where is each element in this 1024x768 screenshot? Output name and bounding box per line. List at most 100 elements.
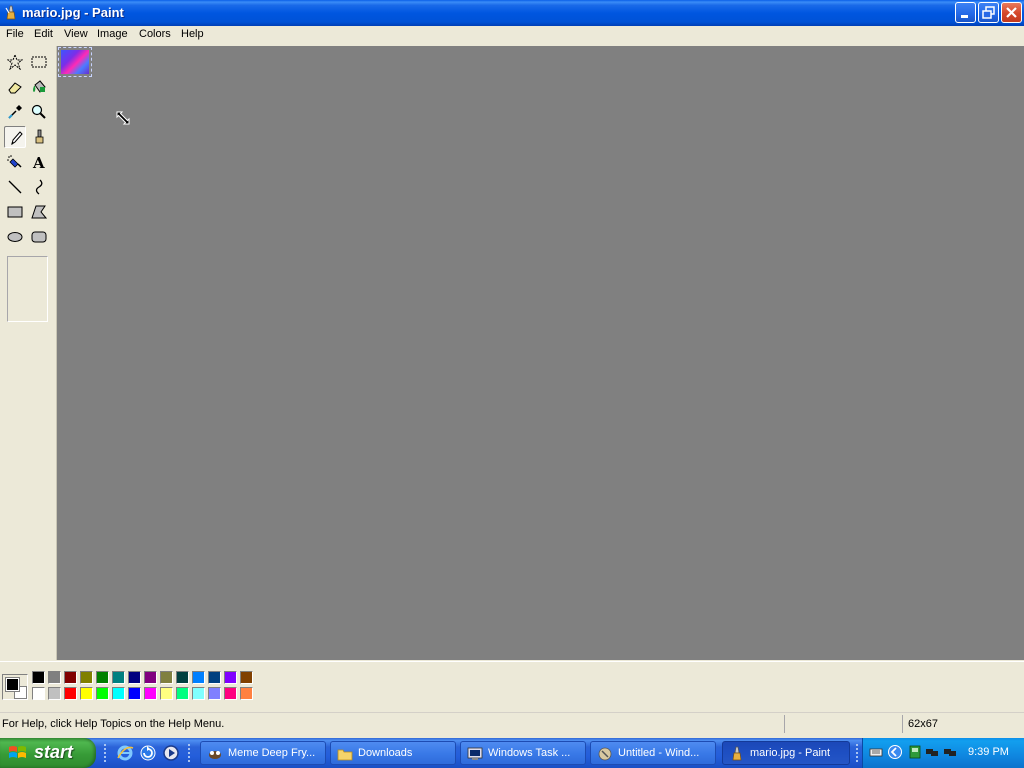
brush-icon xyxy=(35,129,44,144)
minimize-icon xyxy=(961,15,968,18)
tool-pick-color[interactable] xyxy=(4,101,26,123)
status-coords-panel xyxy=(784,715,902,733)
system-tray: 9:39 PM xyxy=(862,738,1024,768)
palette-swatch[interactable] xyxy=(160,671,173,684)
tool-eraser[interactable] xyxy=(4,76,26,98)
keyboard-icon[interactable] xyxy=(869,745,883,759)
menu-edit[interactable]: Edit xyxy=(31,28,56,40)
palette-swatch[interactable] xyxy=(208,687,221,700)
paint-bucket-icon xyxy=(33,80,46,93)
palette-swatch[interactable] xyxy=(32,671,45,684)
media-player-icon[interactable] xyxy=(162,744,180,762)
palette-swatch[interactable] xyxy=(48,687,61,700)
menu-help[interactable]: Help xyxy=(178,28,207,40)
palette-swatch[interactable] xyxy=(64,671,77,684)
tool-brush[interactable] xyxy=(28,126,50,148)
status-help-text: For Help, click Help Topics on the Help … xyxy=(2,718,225,730)
tool-rounded-rectangle[interactable] xyxy=(28,226,50,248)
eraser-icon xyxy=(8,82,22,94)
palette-swatch[interactable] xyxy=(224,687,237,700)
tool-box: A xyxy=(0,46,57,660)
palette-swatch[interactable] xyxy=(144,687,157,700)
foreground-color-swatch[interactable] xyxy=(5,677,20,692)
tool-text[interactable]: A xyxy=(28,151,50,173)
window-icon xyxy=(598,747,612,761)
palette-swatch[interactable] xyxy=(48,671,61,684)
palette-swatch[interactable] xyxy=(240,671,253,684)
taskbar-grip[interactable] xyxy=(856,744,861,762)
menu-colors[interactable]: Colors xyxy=(136,28,174,40)
palette-swatch[interactable] xyxy=(192,687,205,700)
palette-swatch[interactable] xyxy=(128,671,141,684)
task-downloads[interactable]: Downloads xyxy=(330,741,456,765)
task-mario-paint[interactable]: mario.jpg - Paint xyxy=(722,741,850,765)
palette-swatch[interactable] xyxy=(80,671,93,684)
start-button[interactable]: start xyxy=(0,738,96,768)
menu-file[interactable]: File xyxy=(3,28,27,40)
task-label: Untitled - Wind... xyxy=(618,747,700,759)
network-icon[interactable] xyxy=(943,745,957,759)
network-icon[interactable] xyxy=(925,745,939,759)
clock: 9:39 PM xyxy=(968,746,1009,758)
tool-free-form-select[interactable] xyxy=(4,51,26,73)
taskbar-grip[interactable] xyxy=(188,744,193,762)
minimize-button[interactable] xyxy=(955,2,976,23)
task-windows-task-manager[interactable]: Windows Task ... xyxy=(460,741,586,765)
palette-swatch[interactable] xyxy=(144,671,157,684)
restore-button[interactable] xyxy=(978,2,999,23)
paint-app-icon xyxy=(5,5,16,20)
palette-swatch[interactable] xyxy=(80,687,93,700)
menu-image[interactable]: Image xyxy=(94,28,131,40)
internet-explorer-icon[interactable] xyxy=(116,744,134,762)
palette-swatch[interactable] xyxy=(240,687,253,700)
title-bar[interactable]: mario.jpg - Paint xyxy=(0,0,1024,26)
refresh-icon[interactable] xyxy=(139,744,157,762)
menu-bar: File Edit View Image Colors Help xyxy=(0,26,1024,45)
resize-cursor-icon xyxy=(116,111,130,125)
taskbar-grip[interactable] xyxy=(104,744,109,762)
palette-swatch[interactable] xyxy=(32,687,45,700)
palette-swatch[interactable] xyxy=(96,671,109,684)
close-button[interactable] xyxy=(1001,2,1022,23)
palette-swatch[interactable] xyxy=(96,687,109,700)
status-bar: For Help, click Help Topics on the Help … xyxy=(0,712,1024,737)
tool-options-panel[interactable] xyxy=(7,256,48,322)
tool-curve[interactable] xyxy=(28,176,50,198)
green-app-icon[interactable] xyxy=(908,745,922,759)
tool-pencil[interactable] xyxy=(4,126,26,148)
tool-ellipse[interactable] xyxy=(4,226,26,248)
canvas-workspace[interactable] xyxy=(57,46,1024,660)
menu-view[interactable]: View xyxy=(61,28,91,40)
airbrush-icon xyxy=(7,155,22,168)
palette-swatch[interactable] xyxy=(160,687,173,700)
tool-magnifier[interactable] xyxy=(28,101,50,123)
palette-swatch[interactable] xyxy=(176,687,189,700)
palette-swatch[interactable] xyxy=(112,671,125,684)
palette-swatch[interactable] xyxy=(192,671,205,684)
tool-rectangle[interactable] xyxy=(4,201,26,223)
app-icon xyxy=(209,751,221,759)
task-untitled-window[interactable]: Untitled - Wind... xyxy=(590,741,716,765)
palette-swatch[interactable] xyxy=(224,671,237,684)
tool-line[interactable] xyxy=(4,176,26,198)
rectangle-icon xyxy=(7,206,23,218)
palette-swatch[interactable] xyxy=(176,671,189,684)
tool-select[interactable] xyxy=(28,51,50,73)
current-colors[interactable] xyxy=(2,674,28,700)
tool-airbrush[interactable] xyxy=(4,151,26,173)
window-title: mario.jpg - Paint xyxy=(22,5,124,20)
palette-swatch[interactable] xyxy=(64,687,77,700)
palette-swatch[interactable] xyxy=(128,687,141,700)
task-label: Meme Deep Fry... xyxy=(228,747,316,759)
task-label: Downloads xyxy=(358,747,413,759)
close-icon xyxy=(1006,7,1017,18)
color-box xyxy=(0,661,1024,710)
task-meme-deep-fry[interactable]: Meme Deep Fry... xyxy=(200,741,326,765)
canvas-image[interactable] xyxy=(61,50,89,74)
polygon-icon xyxy=(31,205,47,219)
tool-polygon[interactable] xyxy=(28,201,50,223)
tool-fill-with-color[interactable] xyxy=(28,76,50,98)
back-arrow-icon[interactable] xyxy=(888,745,902,759)
palette-swatch[interactable] xyxy=(112,687,125,700)
palette-swatch[interactable] xyxy=(208,671,221,684)
